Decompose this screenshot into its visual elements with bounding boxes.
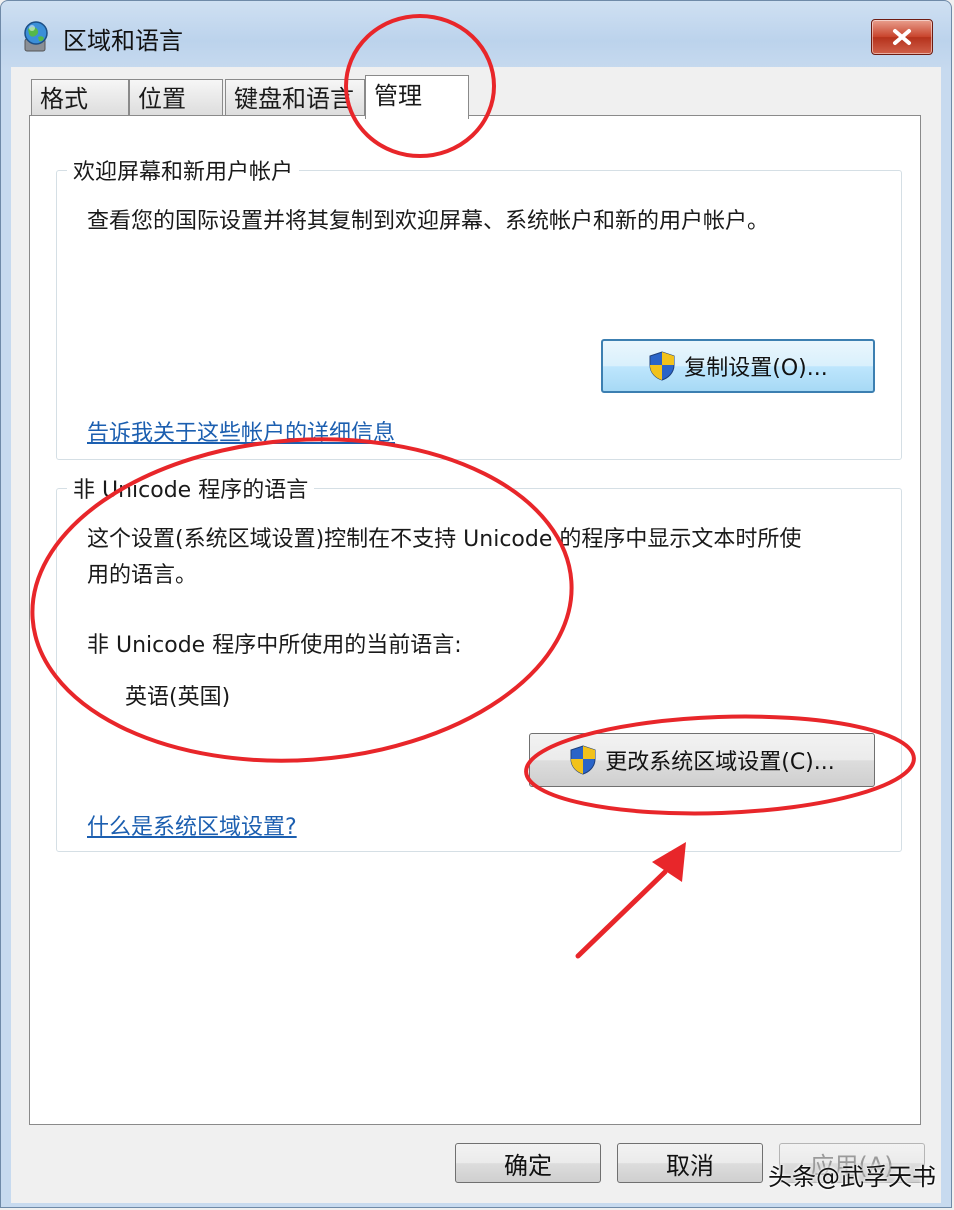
tab-keyboard-language[interactable]: 键盘和语言 <box>225 79 365 117</box>
tab-panel-administrative: 欢迎屏幕和新用户帐户 查看您的国际设置并将其复制到欢迎屏幕、系统帐户和新的用户帐… <box>29 115 921 1125</box>
tab-administrative[interactable]: 管理 <box>365 75 469 119</box>
welcome-screen-group: 欢迎屏幕和新用户帐户 查看您的国际设置并将其复制到欢迎屏幕、系统帐户和新的用户帐… <box>56 154 902 460</box>
current-language-label: 非 Unicode 程序中所使用的当前语言: <box>87 633 462 658</box>
close-button[interactable] <box>871 19 933 55</box>
tab-format[interactable]: 格式 <box>31 79 129 117</box>
window-title: 区域和语言 <box>63 27 183 55</box>
non-unicode-group: 非 Unicode 程序的语言 这个设置(系统区域设置)控制在不支持 Unico… <box>56 472 902 852</box>
tab-location[interactable]: 位置 <box>129 79 223 117</box>
title-bar[interactable]: 区域和语言 <box>1 1 951 71</box>
unicode-description-line2: 用的语言。 <box>87 563 198 588</box>
uac-shield-icon <box>649 351 675 381</box>
uac-shield-icon <box>570 745 596 775</box>
accounts-info-link[interactable]: 告诉我关于这些帐户的详细信息 <box>87 415 395 447</box>
current-language-value: 英语(英国) <box>125 685 231 710</box>
group-title: 欢迎屏幕和新用户帐户 <box>67 154 300 186</box>
group-title: 非 Unicode 程序的语言 <box>67 472 315 504</box>
system-locale-help-link[interactable]: 什么是系统区域设置? <box>87 809 297 841</box>
welcome-description: 查看您的国际设置并将其复制到欢迎屏幕、系统帐户和新的用户帐户。 <box>87 209 770 234</box>
dialog-client-area: 格式 位置 键盘和语言 管理 欢迎屏幕和新用户帐户 查看您的国际设置并将其复制到… <box>11 67 941 1203</box>
region-language-window: 区域和语言 格式 位置 键盘和语言 管理 欢迎屏幕和新用户帐户 查看您的国际设置… <box>0 0 952 1208</box>
globe-monitor-icon <box>24 21 48 52</box>
watermark-text: 头条@武孚天书 <box>768 1163 936 1191</box>
change-system-locale-button[interactable]: 更改系统区域设置(C)... <box>529 733 875 787</box>
cancel-button[interactable]: 取消 <box>617 1143 763 1183</box>
copy-settings-button[interactable]: 复制设置(O)... <box>601 339 875 393</box>
unicode-description-line1: 这个设置(系统区域设置)控制在不支持 Unicode 的程序中显示文本时所使 <box>87 527 802 552</box>
close-icon <box>893 29 911 45</box>
change-system-locale-label: 更改系统区域设置(C)... <box>605 750 835 775</box>
copy-settings-label: 复制设置(O)... <box>684 356 828 381</box>
ok-button[interactable]: 确定 <box>455 1143 601 1183</box>
